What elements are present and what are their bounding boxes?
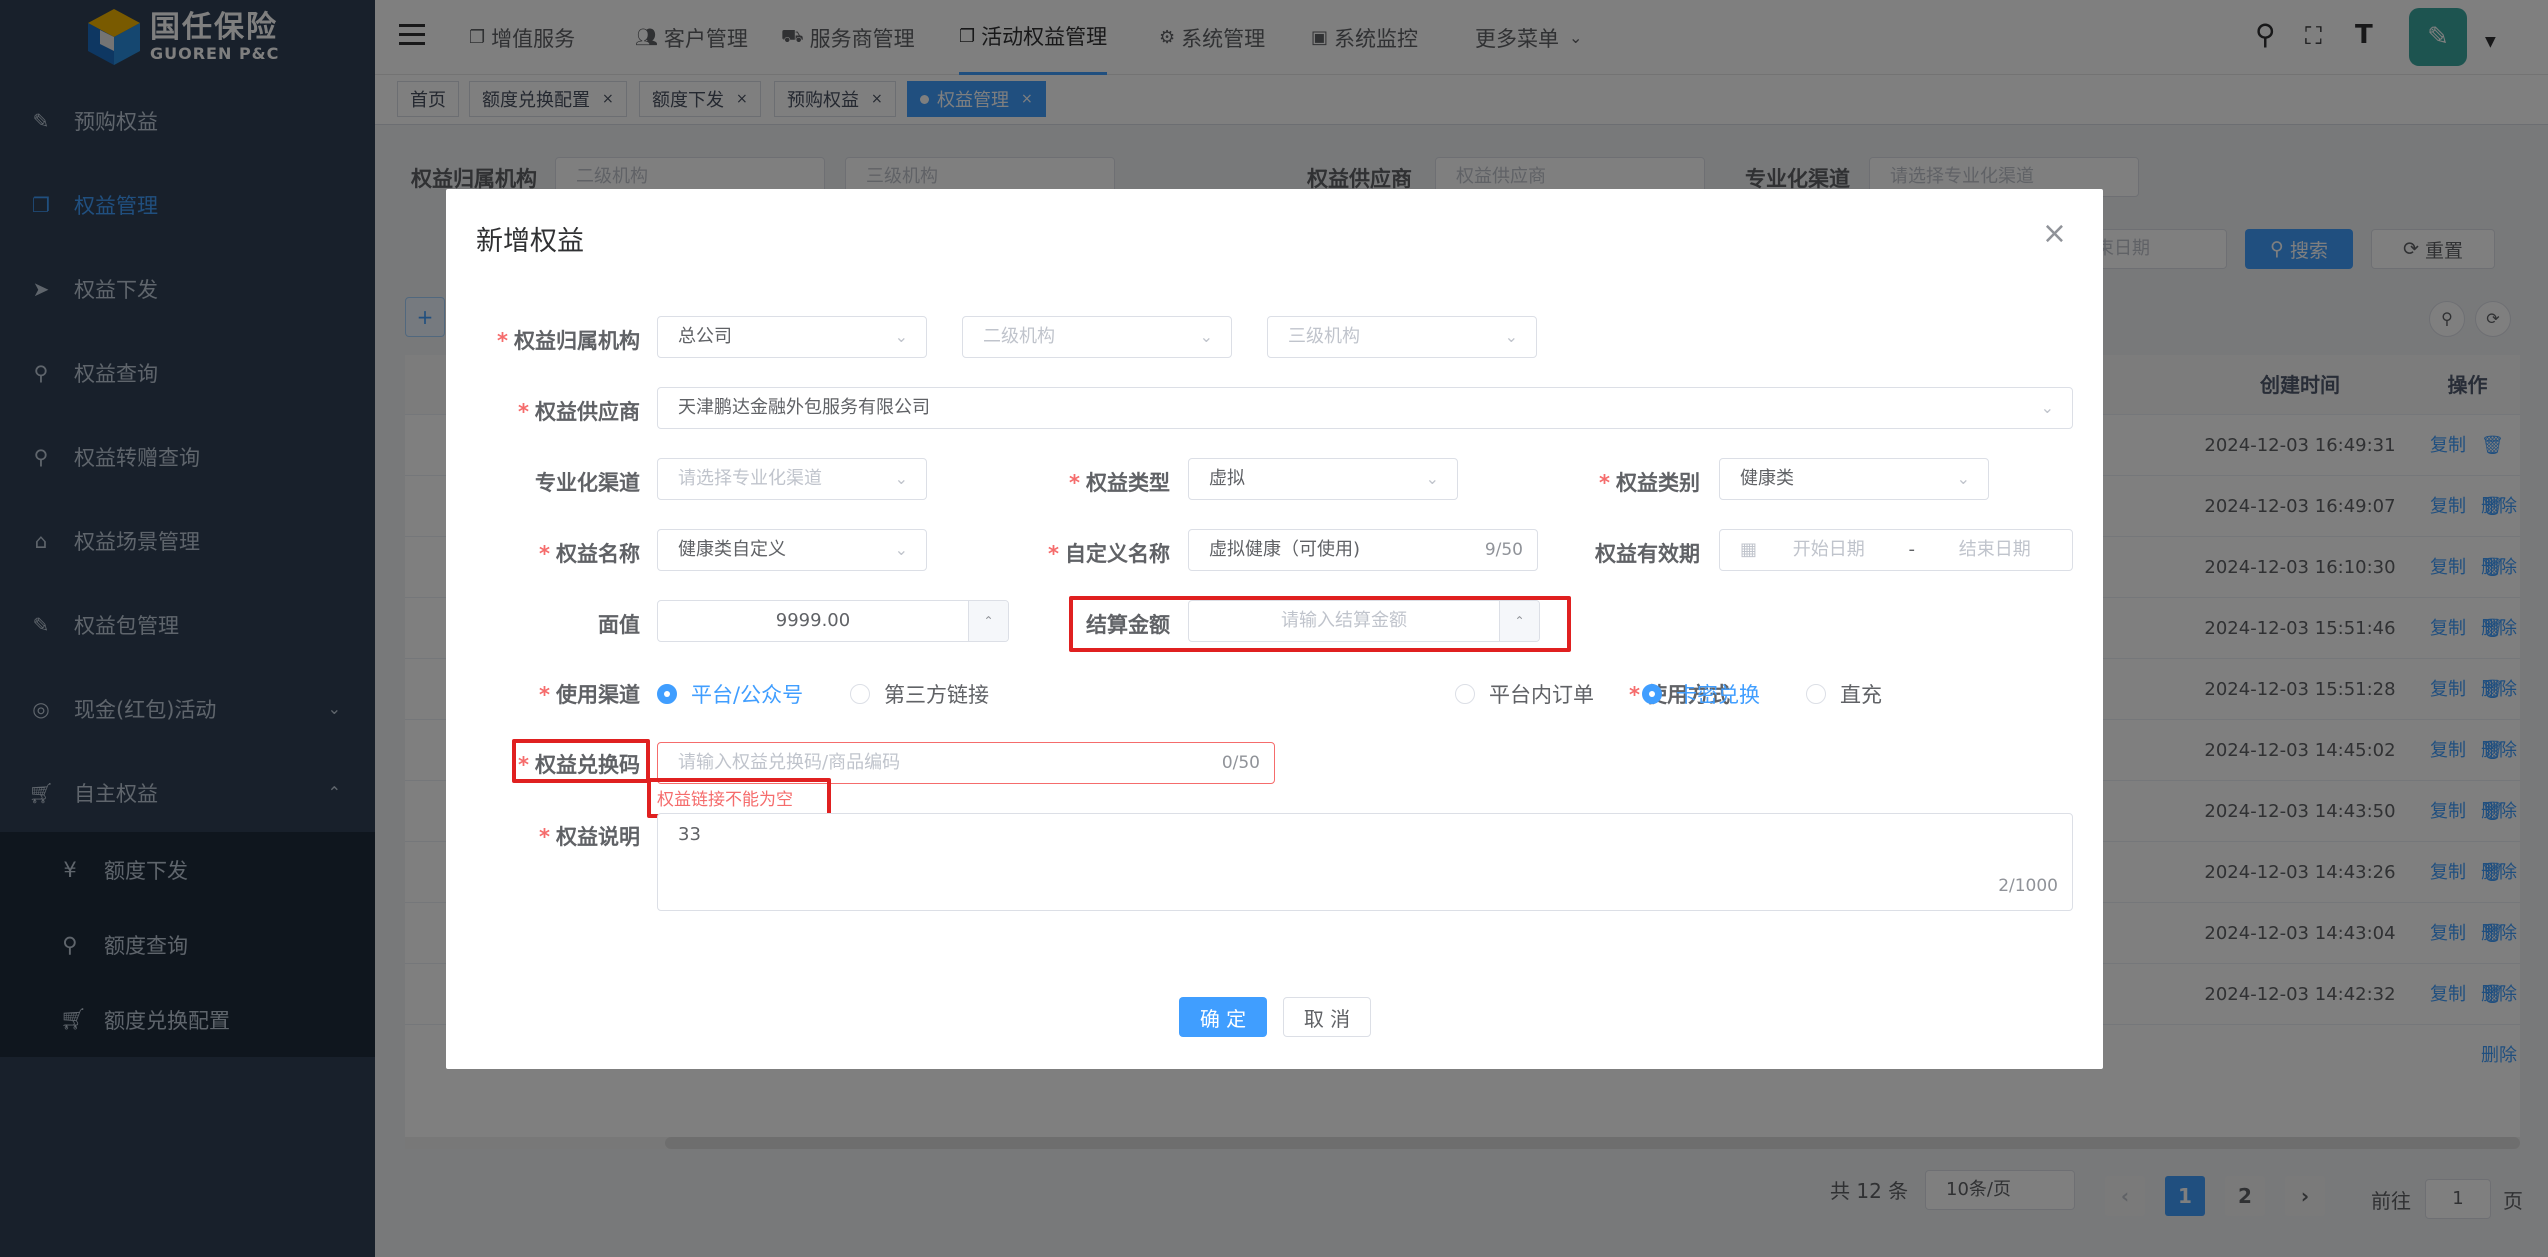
- highlight-code-label: [512, 739, 650, 783]
- validity-label: 权益有效期: [1595, 542, 1700, 566]
- highlight-code-error: [647, 778, 831, 818]
- supplier-label-text: 权益供应商: [535, 400, 640, 424]
- radio-platform[interactable]: 平台/公众号: [657, 679, 803, 709]
- custom-name-label-text: 自定义名称: [1065, 542, 1170, 566]
- org-label-text: 权益归属机构: [514, 329, 640, 353]
- radio-card-exchange[interactable]: 卡密兑换: [1642, 679, 1760, 709]
- dialog-title: 新增权益: [476, 226, 584, 257]
- type-select-value: 虚拟: [1209, 468, 1245, 489]
- face-value: 9999.00: [775, 610, 851, 631]
- org-label: * 权益归属机构: [497, 329, 640, 353]
- code-placeholder: 请输入权益兑换码/商品编码: [678, 752, 901, 773]
- desc-textarea[interactable]: 33 2/1000: [657, 813, 2073, 911]
- org-select-value: 总公司: [678, 326, 732, 347]
- face-stepper[interactable]: ⌃⌄: [968, 601, 1008, 641]
- chevron-down-icon: ⌄: [2040, 398, 2054, 417]
- validity-end: 结束日期: [1958, 539, 2031, 560]
- radio-third-party[interactable]: 第三方链接: [850, 679, 989, 709]
- supplier-label: * 权益供应商: [518, 400, 640, 424]
- category-label-text: 权益类别: [1616, 471, 1700, 495]
- chevron-down-icon: ⌄: [894, 540, 908, 559]
- org2-placeholder: 二级机构: [983, 326, 1055, 347]
- custom-name-label: * 自定义名称: [1048, 542, 1170, 566]
- validity-range[interactable]: ▦ 开始日期 - 结束日期: [1719, 529, 2073, 571]
- validity-start: 开始日期: [1792, 539, 1865, 560]
- validity-sep: -: [1908, 539, 1915, 560]
- close-icon[interactable]: ×: [2042, 219, 2067, 249]
- chevron-up-icon[interactable]: ⌃: [969, 601, 1008, 641]
- name-select-value: 健康类自定义: [678, 539, 786, 560]
- category-select[interactable]: 健康类 ⌄: [1719, 458, 1989, 500]
- custom-name-input[interactable]: 虚拟健康（可使用) 9/50: [1188, 529, 1538, 571]
- chevron-down-icon: ⌄: [1504, 327, 1518, 346]
- channel-select[interactable]: 请选择专业化渠道 ⌄: [657, 458, 927, 500]
- radio-circle: [1806, 684, 1826, 704]
- radio-in-platform-order[interactable]: 平台内订单: [1455, 679, 1594, 709]
- org3-placeholder: 三级机构: [1288, 326, 1360, 347]
- org-select[interactable]: 总公司 ⌄: [657, 316, 927, 358]
- channel-placeholder: 请选择专业化渠道: [678, 468, 822, 489]
- radio-circle: [1642, 684, 1662, 704]
- chevron-down-icon: ⌄: [894, 327, 908, 346]
- calendar-icon: ▦: [1740, 539, 1758, 560]
- custom-name-count: 9/50: [1484, 540, 1523, 560]
- radio-circle: [850, 684, 870, 704]
- radio-label: 平台内订单: [1489, 683, 1594, 707]
- radio-circle: [1455, 684, 1475, 704]
- chevron-down-icon: ⌄: [1199, 327, 1213, 346]
- add-rights-dialog: 新增权益 × * 权益归属机构 总公司 ⌄ 二级机构 ⌄ 三级机构 ⌄ * 权益供应商 天…: [446, 189, 2103, 1069]
- category-select-value: 健康类: [1740, 468, 1794, 489]
- org2-select[interactable]: 二级机构 ⌄: [962, 316, 1232, 358]
- custom-name-value: 虚拟健康（可使用): [1209, 539, 1361, 560]
- chevron-down-icon: ⌄: [1425, 469, 1439, 488]
- radio-circle: [657, 684, 677, 704]
- radio-label: 第三方链接: [884, 683, 989, 707]
- desc-value: 33: [678, 824, 701, 845]
- org3-select[interactable]: 三级机构 ⌄: [1267, 316, 1537, 358]
- type-label-text: 权益类型: [1086, 471, 1170, 495]
- radio-direct-charge[interactable]: 直充: [1806, 679, 1882, 709]
- channel-label: 专业化渠道: [535, 471, 640, 495]
- highlight-settle: [1069, 596, 1571, 652]
- name-select[interactable]: 健康类自定义 ⌄: [657, 529, 927, 571]
- name-label: * 权益名称: [539, 542, 640, 566]
- code-count: 0/50: [1221, 753, 1260, 773]
- radio-label: 平台/公众号: [691, 683, 804, 707]
- radio-label: 卡密兑换: [1676, 683, 1760, 707]
- category-label: * 权益类别: [1599, 471, 1700, 495]
- chevron-down-icon: ⌄: [1956, 469, 1970, 488]
- desc-label: * 权益说明: [539, 825, 640, 849]
- radio-label: 直充: [1840, 683, 1882, 707]
- supplier-select-value: 天津鹏达金融外包服务有限公司: [678, 397, 930, 418]
- face-input[interactable]: 9999.00 ⌃⌄: [657, 600, 1009, 642]
- use-channel-label-text: 使用渠道: [556, 683, 640, 707]
- desc-count: 2/1000: [1998, 876, 2058, 896]
- confirm-button[interactable]: 确 定: [1179, 997, 1267, 1037]
- chevron-down-icon: ⌄: [894, 469, 908, 488]
- supplier-select[interactable]: 天津鹏达金融外包服务有限公司 ⌄: [657, 387, 2073, 429]
- face-label: 面值: [598, 613, 640, 637]
- desc-label-text: 权益说明: [556, 825, 640, 849]
- cancel-button[interactable]: 取 消: [1283, 997, 1371, 1037]
- type-label: * 权益类型: [1069, 471, 1170, 495]
- name-label-text: 权益名称: [556, 542, 640, 566]
- use-channel-label: * 使用渠道: [539, 683, 640, 707]
- type-select[interactable]: 虚拟 ⌄: [1188, 458, 1458, 500]
